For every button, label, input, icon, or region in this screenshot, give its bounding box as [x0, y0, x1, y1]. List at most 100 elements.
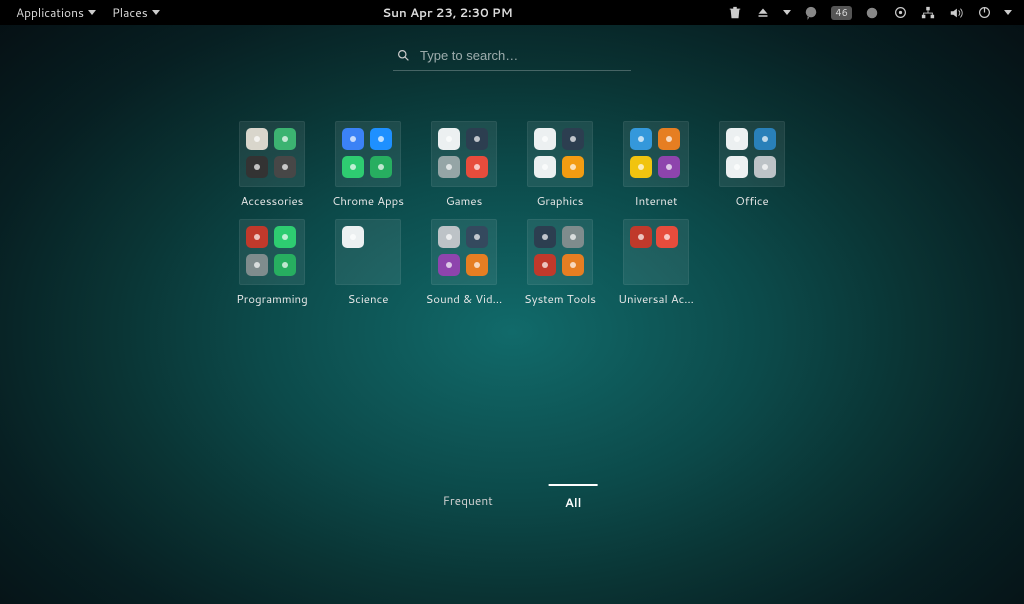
app-folder-label: Office	[735, 192, 768, 209]
tab-all[interactable]: All	[549, 484, 598, 517]
app-folder-tile	[239, 219, 305, 285]
document-icon	[342, 226, 364, 248]
meld-icon	[246, 226, 268, 248]
volume-icon[interactable]	[948, 5, 964, 21]
app-folder-tile	[431, 219, 497, 285]
terminal-icon	[246, 156, 268, 178]
cards-icon	[438, 128, 460, 150]
addressbook-icon	[754, 128, 776, 150]
emacs-icon	[274, 254, 296, 276]
top-panel: Applications Places Sun Apr 23, 2:30 PM …	[0, 0, 1024, 25]
software-icon	[562, 254, 584, 276]
disks-icon	[534, 254, 556, 276]
camera-icon	[370, 128, 392, 150]
boxes-icon	[534, 226, 556, 248]
app-folder-internet[interactable]: Internet	[615, 121, 697, 209]
app-folder-tile	[719, 121, 785, 187]
trash-icon[interactable]	[727, 5, 743, 21]
app-folder-accessories[interactable]: Accessories	[231, 121, 313, 209]
app-folder-system-tools[interactable]: System Tools	[519, 219, 601, 307]
cd-burn-icon	[274, 128, 296, 150]
view-tabs: Frequent All	[427, 484, 598, 517]
anjuta-icon	[246, 254, 268, 276]
disc-icon	[438, 226, 460, 248]
app-folder-games[interactable]: Games	[423, 121, 505, 209]
chevron-down-icon	[783, 10, 791, 15]
places-menu-label: Places	[112, 4, 148, 21]
app-folder-label: Internet	[635, 192, 678, 209]
doc-viewer-icon	[534, 128, 556, 150]
chrome-icon	[630, 156, 652, 178]
app-folder-tile	[335, 121, 401, 187]
tweaks-icon	[562, 226, 584, 248]
weather-icon[interactable]	[864, 5, 880, 21]
applications-menu-label: Applications	[16, 4, 84, 21]
app-folder-label: Universal Ac…	[618, 290, 694, 307]
system-tray: 46	[727, 5, 1016, 21]
eject-icon[interactable]	[755, 5, 771, 21]
activities-overview: Accessories Chrome Apps Games Graphics Inter…	[0, 25, 1024, 604]
dictionary-icon	[726, 156, 748, 178]
android-studio-icon	[274, 226, 296, 248]
app-folder-tile	[623, 219, 689, 285]
image-viewer-icon	[562, 156, 584, 178]
app-folder-label: Sound & Vid…	[426, 290, 503, 307]
battery-badge[interactable]: 46	[831, 6, 852, 20]
power-icon[interactable]	[976, 5, 992, 21]
network-icon[interactable]	[920, 5, 936, 21]
app-folder-chrome-apps[interactable]: Chrome Apps	[327, 121, 409, 209]
app-folder-label: Accessories	[241, 192, 304, 209]
robots-icon	[438, 156, 460, 178]
app-folder-office[interactable]: Office	[711, 121, 793, 209]
chat-icon[interactable]	[803, 5, 819, 21]
app-folder-tile	[527, 219, 593, 285]
chess-icon	[466, 128, 488, 150]
app-folder-universal-ac[interactable]: Universal Ac…	[615, 219, 697, 307]
app-folder-label: Games	[446, 192, 483, 209]
app-folder-programming[interactable]: Programming	[231, 219, 313, 307]
hangouts-icon	[342, 156, 364, 178]
clock[interactable]: Sun Apr 23, 2:30 PM	[382, 4, 513, 21]
settings-icon[interactable]	[892, 5, 908, 21]
app-folder-label: Chrome Apps	[332, 192, 404, 209]
chrome-store-icon	[342, 128, 364, 150]
clapper-icon	[466, 254, 488, 276]
places-menu[interactable]: Places	[104, 0, 168, 25]
printer-icon	[246, 128, 268, 150]
screenshot-icon	[562, 128, 584, 150]
pidgin-icon	[658, 156, 680, 178]
firefox-icon	[658, 128, 680, 150]
doc-viewer-alt-icon	[534, 156, 556, 178]
doc-viewer-icon	[726, 128, 748, 150]
app-folder-label: System Tools	[524, 290, 596, 307]
chevron-down-icon	[1004, 10, 1012, 15]
sound-juicer-icon	[438, 254, 460, 276]
orca-icon	[630, 226, 652, 248]
app-folder-tile	[239, 121, 305, 187]
chevron-down-icon	[152, 10, 160, 15]
app-folder-tile	[623, 121, 689, 187]
search-icon	[397, 49, 410, 62]
applications-menu[interactable]: Applications	[8, 0, 104, 25]
app-folder-sound-vid[interactable]: Sound & Vid…	[423, 219, 505, 307]
search-bar[interactable]	[393, 45, 631, 71]
hangouts-alt-icon	[370, 156, 392, 178]
app-folder-grid: Accessories Chrome Apps Games Graphics Inter…	[231, 121, 793, 307]
colors-icon	[466, 156, 488, 178]
movie-icon	[466, 226, 488, 248]
app-folder-label: Programming	[236, 290, 308, 307]
app-folder-tile	[527, 121, 593, 187]
chevron-down-icon	[88, 10, 96, 15]
app-folder-label: Science	[348, 290, 389, 307]
tasks-icon	[754, 156, 776, 178]
cherry-icon	[656, 226, 678, 248]
calculator-icon	[274, 156, 296, 178]
app-folder-tile	[431, 121, 497, 187]
app-folder-tile	[335, 219, 401, 285]
app-folder-graphics[interactable]: Graphics	[519, 121, 601, 209]
app-folder-science[interactable]: Science	[327, 219, 409, 307]
search-input[interactable]	[418, 47, 627, 64]
app-folder-label: Graphics	[537, 192, 584, 209]
tab-frequent[interactable]: Frequent	[427, 484, 509, 517]
chromium-icon	[630, 128, 652, 150]
